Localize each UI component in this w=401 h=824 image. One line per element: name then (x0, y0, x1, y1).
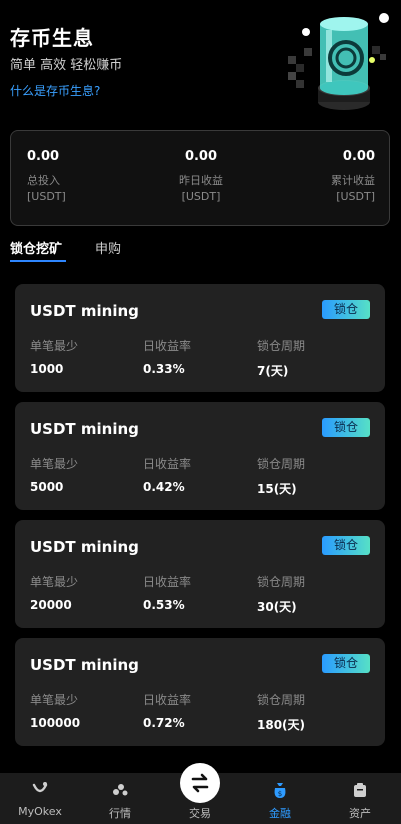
total-invested-stat: 0.00 总投入 [USDT] (27, 149, 66, 203)
daily-rate-field: 日收益率 0.33% (143, 337, 191, 376)
min-amount-field: 单笔最少 5000 (30, 455, 78, 494)
earnings-summary-panel: 0.00 总投入 [USDT] 0.00 昨日收益 [USDT] 0.00 累计… (10, 130, 390, 226)
hero-section: 存币生息 简单 高效 轻松赚币 什么是存币生息? (0, 0, 401, 120)
min-amount-label: 单笔最少 (30, 693, 79, 707)
wallet-icon (354, 783, 366, 797)
daily-rate-label: 日收益率 (143, 693, 192, 707)
lock-period-label: 锁仓周期 (257, 339, 306, 353)
okex-logo-icon (32, 782, 48, 793)
nav-item-market[interactable]: 行情 (80, 773, 160, 824)
page-subtitle: 简单 高效 轻松赚币 (10, 58, 123, 73)
lock-period-field: 锁仓周期 7(天) (257, 337, 305, 379)
daily-rate-value: 0.53% (143, 598, 185, 612)
lock-period-value: 15(天) (257, 482, 297, 496)
nav-label-finance: 金融 (269, 807, 291, 820)
mining-product-card[interactable]: USDT mining 锁仓 单笔最少 20000 日收益率 0.53% 锁仓周… (15, 520, 385, 628)
yesterday-earnings-unit: [USDT] (181, 190, 221, 203)
page-title: 存币生息 (10, 26, 94, 50)
cumulative-earnings-unit: [USDT] (336, 190, 375, 203)
total-invested-unit: [USDT] (27, 190, 66, 203)
hero-illustration (288, 13, 389, 110)
yesterday-earnings-value: 0.00 (184, 149, 218, 164)
nav-item-myokex[interactable]: MyOkex (0, 773, 80, 824)
lock-period-label: 锁仓周期 (257, 693, 306, 707)
lock-badge: 锁仓 (322, 300, 370, 319)
daily-rate-field: 日收益率 0.42% (143, 455, 191, 494)
lock-period-label: 锁仓周期 (257, 457, 306, 471)
product-title: USDT mining (30, 420, 139, 438)
min-amount-field: 单笔最少 100000 (30, 691, 80, 730)
lock-period-field: 锁仓周期 180(天) (257, 691, 305, 733)
active-tab-indicator (10, 260, 66, 262)
cumulative-earnings-stat: 0.00 累计收益 [USDT] (331, 149, 375, 203)
lock-period-value: 7(天) (257, 364, 289, 378)
daily-rate-value: 0.33% (143, 362, 185, 376)
mining-product-card[interactable]: USDT mining 锁仓 单笔最少 5000 日收益率 0.42% 锁仓周期… (15, 402, 385, 510)
min-amount-value: 100000 (30, 716, 81, 730)
market-icon (113, 784, 128, 796)
daily-rate-field: 日收益率 0.53% (143, 573, 191, 612)
lock-period-value: 30(天) (257, 600, 297, 614)
yesterday-earnings-stat: 0.00 昨日收益 [USDT] (161, 149, 241, 203)
tab-subscribe[interactable]: 申购 (95, 238, 121, 257)
daily-rate-field: 日收益率 0.72% (143, 691, 191, 730)
tab-lock-mining[interactable]: 锁仓挖矿 (10, 238, 62, 257)
min-amount-value: 1000 (30, 362, 64, 376)
min-amount-field: 单笔最少 1000 (30, 337, 78, 376)
total-invested-label: 总投入 (27, 174, 60, 187)
svg-text:$: $ (278, 790, 282, 798)
min-amount-label: 单笔最少 (30, 457, 79, 471)
lock-badge: 锁仓 (322, 418, 370, 437)
trade-swap-icon (191, 773, 209, 793)
total-invested-value: 0.00 (27, 149, 60, 164)
cumulative-earnings-label: 累计收益 (331, 174, 375, 187)
nav-label-market: 行情 (109, 807, 131, 820)
trade-swap-button[interactable] (180, 763, 220, 803)
nav-item-assets[interactable]: 资产 (320, 773, 400, 824)
lock-badge: 锁仓 (322, 536, 370, 555)
yesterday-earnings-label: 昨日收益 (179, 174, 223, 187)
min-amount-value: 5000 (30, 480, 64, 494)
daily-rate-label: 日收益率 (143, 575, 192, 589)
lock-period-label: 锁仓周期 (257, 575, 306, 589)
product-tabs: 锁仓挖矿 申购 (10, 238, 390, 266)
nav-item-finance[interactable]: $ 金融 (240, 773, 320, 824)
min-amount-field: 单笔最少 20000 (30, 573, 78, 612)
lock-period-value: 180(天) (257, 718, 306, 732)
mining-product-card[interactable]: USDT mining 锁仓 单笔最少 1000 日收益率 0.33% 锁仓周期… (15, 284, 385, 392)
min-amount-value: 20000 (30, 598, 72, 612)
nav-label-assets: 资产 (349, 807, 371, 820)
lock-period-field: 锁仓周期 30(天) (257, 573, 305, 615)
mining-product-card[interactable]: USDT mining 锁仓 单笔最少 100000 日收益率 0.72% 锁仓… (15, 638, 385, 746)
daily-rate-value: 0.42% (143, 480, 185, 494)
nav-label-myokex: MyOkex (18, 805, 62, 818)
finance-bag-icon: $ (274, 783, 286, 798)
lock-period-field: 锁仓周期 15(天) (257, 455, 305, 497)
min-amount-label: 单笔最少 (30, 339, 79, 353)
what-is-staking-link[interactable]: 什么是存币生息? (10, 82, 100, 99)
daily-rate-label: 日收益率 (143, 457, 192, 471)
lock-badge: 锁仓 (322, 654, 370, 673)
product-title: USDT mining (30, 656, 139, 674)
nav-label-trade: 交易 (189, 807, 211, 820)
daily-rate-label: 日收益率 (143, 339, 192, 353)
cumulative-earnings-value: 0.00 (342, 149, 375, 164)
product-title: USDT mining (30, 302, 139, 320)
product-title: USDT mining (30, 538, 139, 556)
daily-rate-value: 0.72% (143, 716, 185, 730)
min-amount-label: 单笔最少 (30, 575, 79, 589)
